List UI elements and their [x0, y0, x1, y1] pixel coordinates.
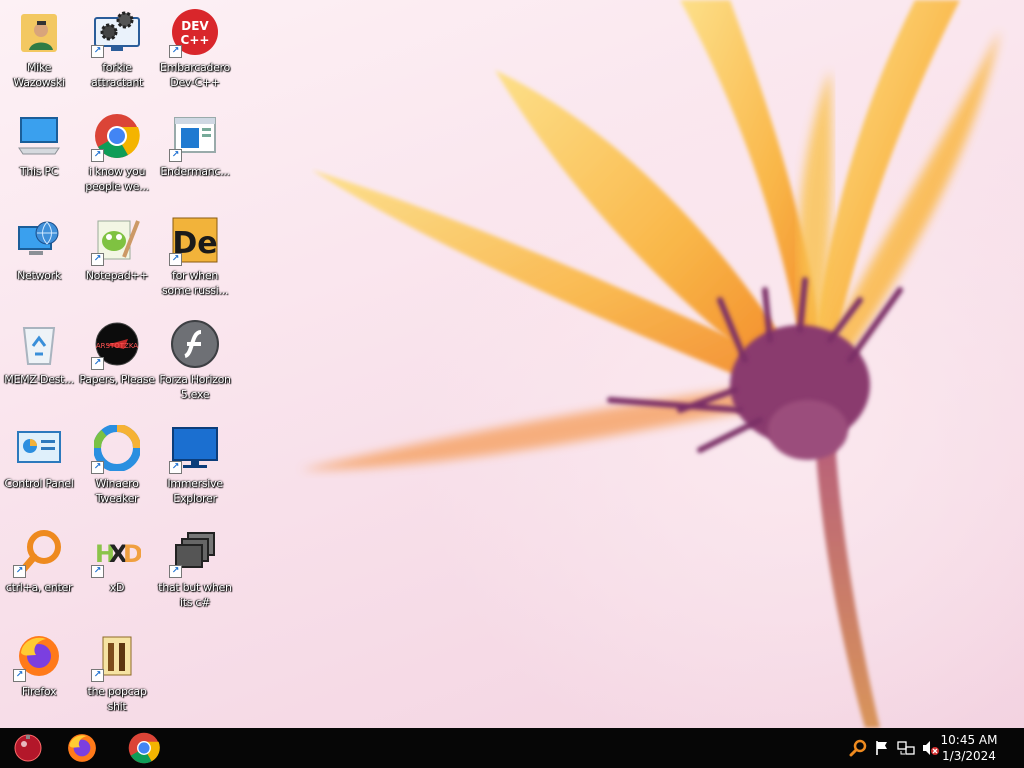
- window-app-icon: ↗: [169, 112, 219, 162]
- shortcut-arrow-icon: ↗: [91, 357, 104, 370]
- taskbar-chrome-button[interactable]: [116, 728, 172, 768]
- computer-icon: [15, 112, 63, 160]
- shortcut-arrow-icon: ↗: [169, 149, 182, 162]
- desktop-icon-winaero-tweaker[interactable]: ↗ Winaero Tweaker: [78, 420, 156, 520]
- desktop-icon-that-but-when-its-csharp[interactable]: ↗ that but when its c#: [156, 524, 234, 624]
- papers-please-icon: ARSTOTZKA ↗: [91, 320, 141, 370]
- winaero-icon: ↗: [91, 424, 141, 474]
- icon-label: i know you people we...: [85, 165, 149, 193]
- recycle-bin-icon: [15, 320, 63, 368]
- desktop-icon-notepad-plus-plus[interactable]: ↗ Notepad++: [78, 212, 156, 312]
- shortcut-arrow-icon: ↗: [169, 253, 182, 266]
- desktop-icon-immersive-explorer[interactable]: ↗ Immersive Explorer: [156, 420, 234, 520]
- desktop-icon-control-panel[interactable]: Control Panel: [0, 420, 78, 520]
- clock-date: 1/3/2024: [942, 749, 996, 763]
- desktop-icon-dev-cpp[interactable]: DEV C++ ↗ Embarcadero Dev-C++: [156, 4, 234, 104]
- icon-label: Control Panel: [4, 477, 74, 490]
- icon-label: xD: [109, 581, 125, 594]
- network-tray-icon[interactable]: [896, 738, 916, 758]
- desktop-icon-forza-horizon[interactable]: Forza Horizon 5.exe: [156, 316, 234, 416]
- system-clock[interactable]: 10:45 AM 1/3/2024: [934, 732, 1004, 764]
- shortcut-arrow-icon: ↗: [169, 45, 182, 58]
- shortcut-arrow-icon: ↗: [91, 565, 104, 578]
- taskbar: 10:45 AM 1/3/2024: [0, 728, 1024, 768]
- shortcut-arrow-icon: ↗: [169, 461, 182, 474]
- desktop-icon-this-pc[interactable]: This PC: [0, 108, 78, 208]
- network-globe-icon: [15, 216, 63, 264]
- shortcut-arrow-icon: ↗: [169, 565, 182, 578]
- hxd-icon: HXD ↗: [91, 528, 141, 578]
- desktop-icon-firefox[interactable]: ↗ Firefox: [0, 628, 78, 728]
- icon-label: Mike Wazowski: [13, 61, 65, 89]
- icon-label: MEMZ-Dest...: [4, 373, 74, 386]
- flash-icon: [171, 320, 219, 368]
- icon-label: for when some russi...: [161, 269, 229, 297]
- desktop-icon-papers-please[interactable]: ARSTOTZKA ↗ Papers, Please: [78, 316, 156, 416]
- firefox-icon: [68, 734, 96, 762]
- chrome-icon: ↗: [91, 112, 141, 162]
- desktop-icon-the-popcap-shit[interactable]: ↗ the popcap shit: [78, 628, 156, 728]
- desktop[interactable]: Mike Wazowski ↗ forkie attractant DEV C++…: [0, 0, 1024, 728]
- shortcut-arrow-icon: ↗: [91, 669, 104, 682]
- gear-monitor-icon: ↗: [91, 8, 141, 58]
- magnifier-icon: ↗: [13, 528, 63, 578]
- icon-label: Firefox: [21, 685, 57, 698]
- icon-label: the popcap shit: [87, 685, 147, 713]
- desktop-icon-for-when-some-russi[interactable]: De ↗ for when some russi...: [156, 212, 234, 312]
- desktop-icon-mike-wazowski[interactable]: Mike Wazowski: [0, 4, 78, 104]
- svg-text:DEV: DEV: [181, 19, 209, 33]
- monitor-icon: ↗: [169, 424, 219, 474]
- icon-label: Winaero Tweaker: [95, 477, 139, 505]
- chrome-icon: [128, 732, 160, 764]
- icon-label: forkie attractant: [90, 61, 144, 89]
- icon-label: Papers, Please: [79, 373, 155, 386]
- desktop-icon-memz[interactable]: MEMZ-Dest...: [0, 316, 78, 416]
- icon-label: Network: [17, 269, 61, 282]
- de-app-icon: De ↗: [169, 216, 219, 266]
- icon-label: Endermanc...: [160, 165, 230, 178]
- shortcut-arrow-icon: ↗: [13, 669, 26, 682]
- icon-label: Immersive Explorer: [167, 477, 223, 505]
- user-folder-icon: [15, 8, 63, 56]
- icon-label: Embarcadero Dev-C++: [160, 61, 230, 89]
- shortcut-arrow-icon: ↗: [91, 461, 104, 474]
- search-tray-icon[interactable]: [848, 738, 868, 758]
- desktop-icon-endermanch[interactable]: ↗ Endermanc...: [156, 108, 234, 208]
- desktop-icon-xd[interactable]: HXD ↗ xD: [78, 524, 156, 624]
- svg-text:C++: C++: [181, 33, 210, 47]
- start-orb-icon: [14, 734, 42, 762]
- start-button[interactable]: [0, 728, 56, 768]
- desktop-icon-i-know-you[interactable]: ↗ i know you people we...: [78, 108, 156, 208]
- icon-label: Forza Horizon 5.exe: [159, 373, 231, 401]
- shortcut-arrow-icon: ↗: [13, 565, 26, 578]
- stacked-windows-icon: ↗: [169, 528, 219, 578]
- taskbar-firefox-button[interactable]: [54, 728, 110, 768]
- desktop-icon-forkie-attractant[interactable]: ↗ forkie attractant: [78, 4, 156, 104]
- desktop-icon-network[interactable]: Network: [0, 212, 78, 312]
- icon-label: that but when its c#: [158, 581, 232, 609]
- icon-label: ctrl+a, enter: [5, 581, 73, 594]
- svg-text:ARSTOTZKA: ARSTOTZKA: [96, 342, 138, 350]
- notepad-plus-plus-icon: ↗: [91, 216, 141, 266]
- shortcut-arrow-icon: ↗: [91, 149, 104, 162]
- desktop-icon-ctrl-a-enter[interactable]: ↗ ctrl+a, enter: [0, 524, 78, 624]
- firefox-icon: ↗: [13, 632, 63, 682]
- shortcut-arrow-icon: ↗: [91, 253, 104, 266]
- shortcut-arrow-icon: ↗: [91, 45, 104, 58]
- popcap-icon: ↗: [91, 632, 141, 682]
- control-panel-icon: [15, 424, 63, 472]
- flag-icon[interactable]: [872, 738, 892, 758]
- svg-text:D: D: [123, 540, 141, 568]
- icon-label: Notepad++: [85, 269, 149, 282]
- devcpp-icon: DEV C++ ↗: [169, 8, 219, 58]
- icon-label: This PC: [19, 165, 59, 178]
- clock-time: 10:45 AM: [940, 733, 998, 747]
